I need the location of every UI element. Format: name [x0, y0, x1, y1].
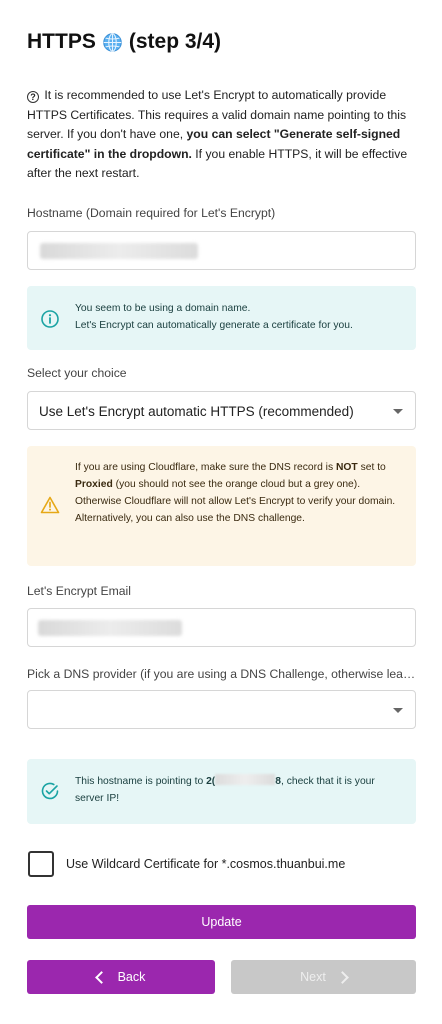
intro-text: ? It is recommended to use Let's Encrypt…: [27, 86, 419, 184]
redacted-hostname-value: [40, 243, 198, 259]
chevron-right-icon: [335, 970, 349, 984]
ip-alert-prefix: This hostname is pointing to: [75, 776, 207, 787]
ip-start: 2(: [206, 776, 216, 787]
update-button-label: Update: [201, 915, 242, 929]
email-input[interactable]: [27, 608, 416, 647]
dns-provider-select[interactable]: [27, 690, 416, 729]
check-circle-icon: [41, 782, 59, 800]
wildcard-checkbox[interactable]: [28, 851, 54, 877]
domain-info-alert: You seem to be using a domain name. Let'…: [27, 286, 416, 350]
chevron-left-icon: [94, 970, 108, 984]
next-button-label: Next: [300, 970, 326, 984]
dns-provider-label: Pick a DNS provider (if you are using a …: [27, 667, 417, 681]
cloudflare-alert-text: If you are using Cloudflare, make sure t…: [75, 459, 404, 527]
hostname-input[interactable]: [27, 231, 416, 270]
choice-selected-value: Use Let's Encrypt automatic HTTPS (recom…: [39, 404, 354, 419]
wildcard-checkbox-label[interactable]: Use Wildcard Certificate for *.cosmos.th…: [66, 857, 345, 871]
chevron-down-icon: [393, 708, 403, 713]
ip-alert-text: This hostname is pointing to 2(8, check …: [75, 773, 404, 807]
cloudflare-alert-line2: Alternatively, you can also use the DNS …: [75, 513, 305, 524]
cf-text-2: set to: [357, 462, 386, 473]
choice-label: Select your choice: [27, 366, 127, 380]
ip-check-alert: This hostname is pointing to 2(8, check …: [27, 759, 416, 824]
cloudflare-alert-paragraph: If you are using Cloudflare, make sure t…: [75, 459, 404, 510]
redacted-email-value: [38, 620, 182, 636]
https-setup-page: HTTPS (step 3/4) ? It is recommended to …: [0, 0, 442, 1024]
update-button[interactable]: Update: [27, 905, 416, 939]
back-button[interactable]: Back: [27, 960, 215, 994]
warning-triangle-icon: [40, 496, 60, 514]
hostname-label: Hostname (Domain required for Let's Encr…: [27, 206, 276, 220]
redacted-ip: [215, 774, 276, 785]
domain-alert-line2: Let's Encrypt can automatically generate…: [75, 320, 353, 331]
https-choice-select[interactable]: Use Let's Encrypt automatic HTTPS (recom…: [27, 391, 416, 430]
domain-alert-line1: You seem to be using a domain name.: [75, 303, 251, 314]
globe-icon: [103, 32, 122, 52]
chevron-down-icon: [393, 409, 403, 414]
question-circle-icon: ?: [27, 91, 39, 103]
title-suffix: (step 3/4): [128, 30, 222, 53]
title-prefix: HTTPS: [27, 30, 96, 53]
cf-bold-not: NOT: [335, 462, 358, 473]
cf-text-1: If you are using Cloudflare, make sure t…: [75, 462, 336, 473]
domain-alert-text: You seem to be using a domain name. Let'…: [75, 300, 404, 334]
info-circle-icon: [41, 310, 59, 328]
email-label: Let's Encrypt Email: [27, 584, 131, 598]
cf-bold-proxied: Proxied: [75, 479, 113, 490]
cloudflare-warning-alert: If you are using Cloudflare, make sure t…: [27, 446, 416, 566]
cf-text-3: (you should not see the orange cloud but…: [75, 479, 396, 507]
next-button[interactable]: Next: [231, 960, 416, 994]
back-button-label: Back: [117, 970, 146, 984]
page-title: HTTPS (step 3/4): [27, 30, 221, 54]
